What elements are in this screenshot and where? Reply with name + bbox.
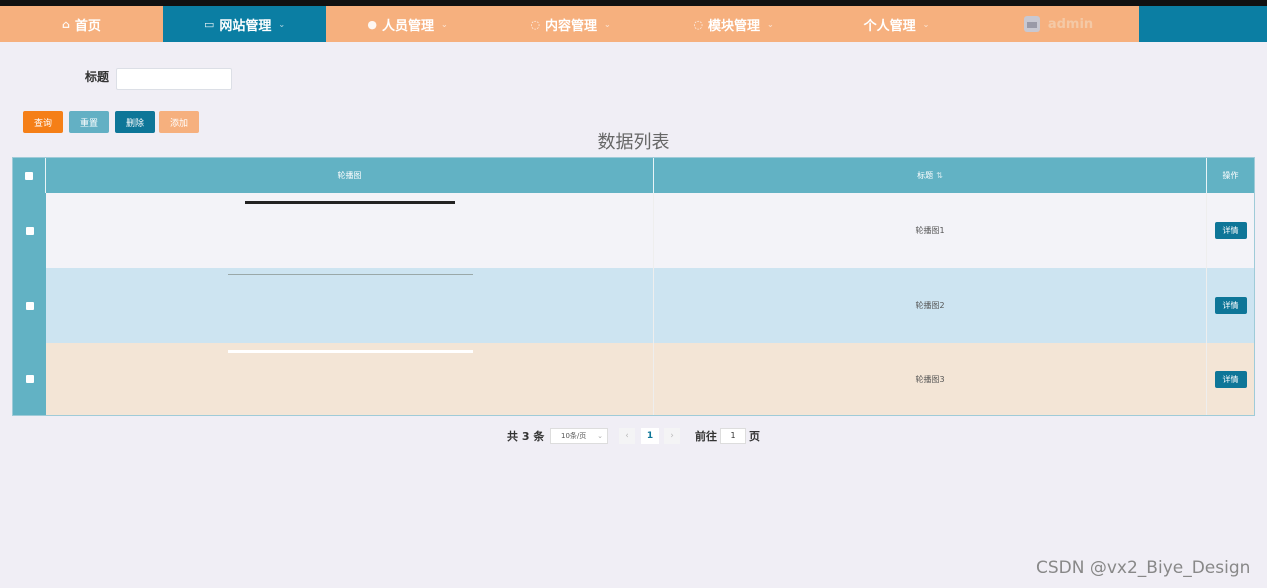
header-title[interactable]: 标题 ⇅ [654, 158, 1207, 193]
header-title-label: 标题 [917, 171, 934, 180]
row-checkbox[interactable] [25, 301, 34, 310]
nav-item-site-management[interactable]: ▭ 网站管理 ⌄ [163, 6, 326, 42]
home-icon: ⌂ [62, 17, 70, 31]
data-table: 轮播图 标题 ⇅ 操作 轮播图1 详情 轮播图2 详情 轮播图3 详情 [12, 157, 1255, 416]
detail-button[interactable]: 详情 [1214, 370, 1247, 388]
prev-page-button[interactable]: ‹ [619, 428, 635, 444]
search-label: 标题 [85, 70, 110, 84]
sort-icon[interactable]: ⇅ [936, 171, 943, 180]
monitor-icon: ▭ [203, 17, 215, 31]
nav-label: 首页 [74, 18, 101, 34]
row-image-cell [46, 268, 654, 343]
nav-label: 内容管理 [544, 18, 597, 34]
select-all-checkbox[interactable] [25, 171, 33, 180]
watermark: CSDN @vx2_Biye_Design [1036, 558, 1251, 578]
top-nav: ⌂ 首页 ▭ 网站管理 ⌄ ● 人员管理 ⌄ ◌ 内容管理 ⌄ ◌ 模块管理 ⌄… [0, 6, 1267, 42]
page-size-value: 10条/页 [561, 432, 587, 440]
row-image-cell [46, 343, 654, 415]
avatar-icon [1023, 16, 1040, 32]
goto-page-input[interactable]: 1 [720, 428, 746, 444]
row-checkbox[interactable] [25, 226, 34, 235]
table-row: 轮播图2 详情 [13, 268, 1254, 343]
chevron-down-icon: ⌄ [278, 19, 286, 29]
page-size-select[interactable]: 10条/页 ⌄ [550, 428, 608, 444]
page-number-current[interactable]: 1 [641, 428, 659, 444]
row-title: 轮播图2 [654, 268, 1207, 343]
title-search-input[interactable] [116, 68, 232, 90]
nav-item-staff-management[interactable]: ● 人员管理 ⌄ [326, 6, 489, 42]
row-action-cell: 详情 [1207, 268, 1254, 343]
table-row: 轮播图1 详情 [13, 193, 1254, 268]
nav-item-home[interactable]: ⌂ 首页 [0, 6, 163, 42]
nav-right-block [1139, 6, 1267, 42]
username: admin [1047, 16, 1094, 32]
table-row: 轮播图3 详情 [13, 343, 1254, 415]
row-action-cell: 详情 [1207, 343, 1254, 415]
row-checkbox[interactable] [25, 375, 34, 383]
detail-button[interactable]: 详情 [1214, 222, 1247, 239]
nav-label: 模块管理 [707, 18, 760, 34]
header-action: 操作 [1222, 171, 1239, 180]
carousel-image-thumbnail [228, 274, 473, 275]
table-header: 轮播图 标题 ⇅ 操作 [13, 158, 1254, 193]
chevron-down-icon: ⌄ [922, 19, 930, 29]
chevron-down-icon: ⌄ [597, 432, 603, 440]
carousel-image-thumbnail [245, 201, 455, 204]
row-action-cell: 详情 [1207, 193, 1254, 268]
chevron-down-icon: ⌄ [766, 19, 774, 29]
row-image-cell [46, 193, 654, 268]
goto-label: 前往 [695, 430, 717, 443]
header-image: 轮播图 [46, 158, 654, 193]
nav-label: 网站管理 [219, 18, 272, 34]
chevron-down-icon: ⌄ [603, 19, 611, 29]
nav-item-personal-management[interactable]: 个人管理 ⌄ [815, 6, 978, 42]
select-all-checkbox-cell[interactable] [13, 158, 46, 193]
row-title: 轮播图1 [654, 193, 1207, 268]
nav-label: 个人管理 [863, 18, 916, 34]
nav-item-module-management[interactable]: ◌ 模块管理 ⌄ [652, 6, 815, 42]
module-icon: ◌ [693, 17, 703, 31]
user-menu[interactable]: admin [978, 6, 1139, 42]
next-page-button[interactable]: › [664, 428, 680, 444]
nav-item-content-management[interactable]: ◌ 内容管理 ⌄ [489, 6, 652, 42]
row-checkbox-cell[interactable] [13, 343, 46, 415]
detail-button[interactable]: 详情 [1214, 297, 1247, 314]
page-suffix: 页 [749, 430, 760, 443]
pagination-total: 共 3 条 [507, 430, 545, 443]
row-title: 轮播图3 [654, 343, 1207, 415]
row-checkbox-cell[interactable] [13, 268, 46, 343]
row-checkbox-cell[interactable] [13, 193, 46, 268]
user-icon: ● [367, 17, 377, 31]
carousel-image-thumbnail [228, 350, 473, 353]
nav-label: 人员管理 [381, 18, 434, 34]
chat-icon: ◌ [530, 17, 540, 31]
list-title: 数据列表 [597, 132, 670, 153]
chevron-down-icon: ⌄ [440, 19, 448, 29]
